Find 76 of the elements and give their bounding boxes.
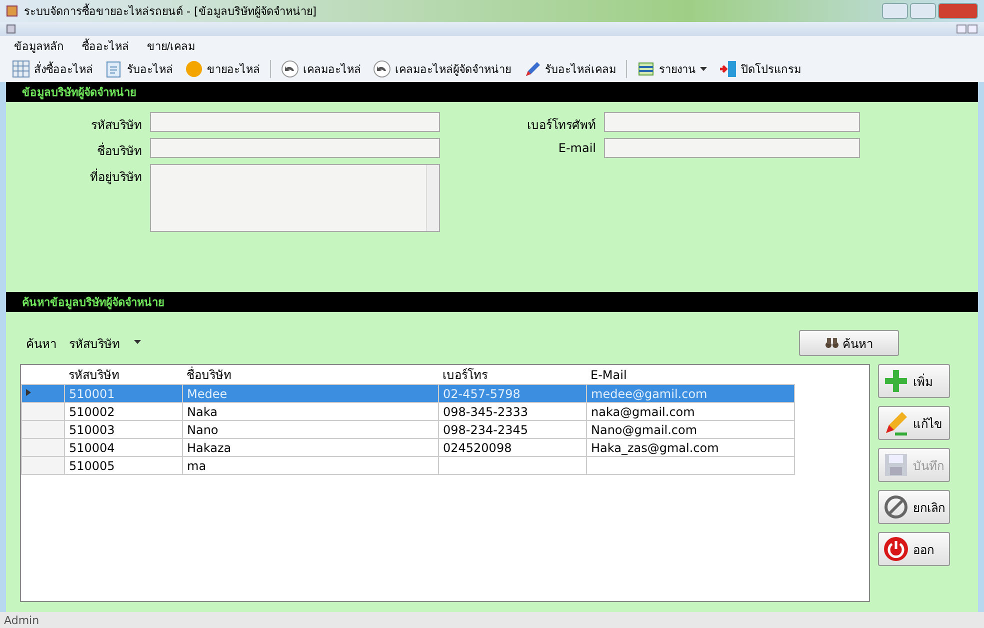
caret-icon bbox=[134, 340, 141, 344]
toolbar-button[interactable]: เคลมอะไหล่ผู้จัดจำหน่าย bbox=[371, 60, 513, 78]
search-criteria-dropdown[interactable]: รหัสบริษัท bbox=[65, 334, 145, 352]
table-cell: 510005 bbox=[69, 458, 115, 472]
toolbar-button[interactable]: ปิดโปรแกรม bbox=[717, 60, 803, 78]
field-label: ที่อยู่บริษัท bbox=[89, 168, 142, 186]
field-label: รหัสบริษัท bbox=[90, 117, 142, 134]
action-button[interactable]: เพิ่ม bbox=[878, 364, 950, 398]
table-cell: Nano@gmail.com bbox=[591, 422, 698, 436]
table-cell: Medee bbox=[187, 386, 228, 400]
action-button[interactable]: ยกเลิก bbox=[878, 490, 950, 524]
menu-item[interactable]: ขาย/เคลม bbox=[147, 37, 196, 55]
toolbar-button[interactable]: เคลมอะไหล่ bbox=[279, 60, 363, 78]
column-header[interactable]: ชื่อบริษัท bbox=[182, 365, 438, 384]
no-sign-icon bbox=[883, 494, 909, 520]
table-cell: Hakaza bbox=[187, 440, 232, 454]
menu-item[interactable]: ซื้ออะไหล่ bbox=[82, 37, 129, 55]
table-cell: 510002 bbox=[69, 404, 115, 418]
close-button[interactable] bbox=[938, 3, 978, 19]
status-text: Admin bbox=[0, 612, 984, 628]
table-row[interactable]: 510004 Hakaza 024520098 Haka_zas@gmal.com bbox=[22, 438, 794, 456]
table-row[interactable]: 510003 Nano 098-234-2345 Nano@gmail.com bbox=[22, 420, 794, 438]
table-row[interactable]: 510005 ma bbox=[22, 456, 794, 474]
input-field[interactable] bbox=[150, 138, 440, 158]
search-label: ค้นหา bbox=[26, 336, 57, 352]
scrollbar[interactable] bbox=[426, 165, 439, 231]
input-field[interactable] bbox=[604, 138, 860, 158]
table-cell: Haka_zas@gmal.com bbox=[591, 440, 719, 454]
pen-icon bbox=[523, 60, 541, 78]
grid-icon bbox=[12, 60, 30, 78]
section-header: ข้อมูลบริษัทผู้จัดจำหน่าย bbox=[6, 82, 978, 102]
exit-door-icon bbox=[719, 60, 737, 78]
action-button[interactable]: แก้ไข bbox=[878, 406, 950, 440]
app-icon bbox=[6, 5, 18, 17]
field-label: E-mail bbox=[557, 140, 596, 155]
binoculars-icon bbox=[824, 337, 838, 349]
column-header[interactable]: เบอร์โทร bbox=[438, 365, 586, 384]
field-label: เบอร์โทรศัพท์ bbox=[526, 117, 596, 134]
pencil-icon bbox=[883, 410, 909, 436]
table-cell: Naka bbox=[187, 404, 218, 418]
power-icon bbox=[883, 536, 909, 562]
table-cell: 510001 bbox=[69, 386, 115, 400]
window-controls-icon[interactable] bbox=[956, 24, 978, 34]
report-icon bbox=[637, 60, 655, 78]
table-cell: 510003 bbox=[69, 422, 115, 436]
menu-item[interactable]: ข้อมูลหลัก bbox=[14, 37, 64, 55]
field-label: ชื่อบริษัท bbox=[96, 142, 142, 160]
table-cell: 098-345-2333 bbox=[443, 404, 528, 418]
window-title: ระบบจัดการซื้อขายอะไหล่รถยนต์ - [ข้อมูลบริษัทผู้จัดจำหน่าย] bbox=[24, 2, 318, 20]
input-field[interactable] bbox=[150, 112, 440, 132]
address-field[interactable] bbox=[150, 164, 440, 232]
table-cell: 024520098 bbox=[443, 440, 512, 454]
row-pointer-icon bbox=[26, 389, 31, 396]
maximize-button[interactable] bbox=[910, 3, 936, 19]
toolbar-button[interactable]: รายงาน bbox=[635, 60, 709, 78]
toolbar-button[interactable]: รับอะไหล่เคลม bbox=[521, 60, 618, 78]
section-header: ค้นหาข้อมูลบริษัทผู้จัดจำหน่าย bbox=[6, 292, 978, 312]
document-icon bbox=[105, 60, 123, 78]
table-row[interactable]: 510002 Naka 098-345-2333 naka@gmail.com bbox=[22, 402, 794, 420]
document-icon bbox=[6, 24, 16, 34]
coin-icon bbox=[185, 60, 203, 78]
table-cell: medee@gamil.com bbox=[591, 386, 708, 400]
action-button[interactable]: ออก bbox=[878, 532, 950, 566]
minimize-button[interactable] bbox=[882, 3, 908, 19]
table-cell: ma bbox=[187, 458, 206, 472]
table-cell: Nano bbox=[187, 422, 218, 436]
table-cell: 510004 bbox=[69, 440, 115, 454]
search-button[interactable]: ค้นหา bbox=[799, 330, 899, 356]
table-cell: 098-234-2345 bbox=[443, 422, 528, 436]
toolbar-button[interactable]: รับอะไหล่ bbox=[103, 60, 175, 78]
table-cell: naka@gmail.com bbox=[591, 404, 695, 418]
plus-icon bbox=[883, 368, 909, 394]
toolbar-button[interactable]: ขายอะไหล่ bbox=[183, 60, 262, 78]
toolbar-button[interactable]: สั่งซื้ออะไหล่ bbox=[10, 60, 95, 78]
table-cell: 02-457-5798 bbox=[443, 386, 520, 400]
input-field[interactable] bbox=[604, 112, 860, 132]
